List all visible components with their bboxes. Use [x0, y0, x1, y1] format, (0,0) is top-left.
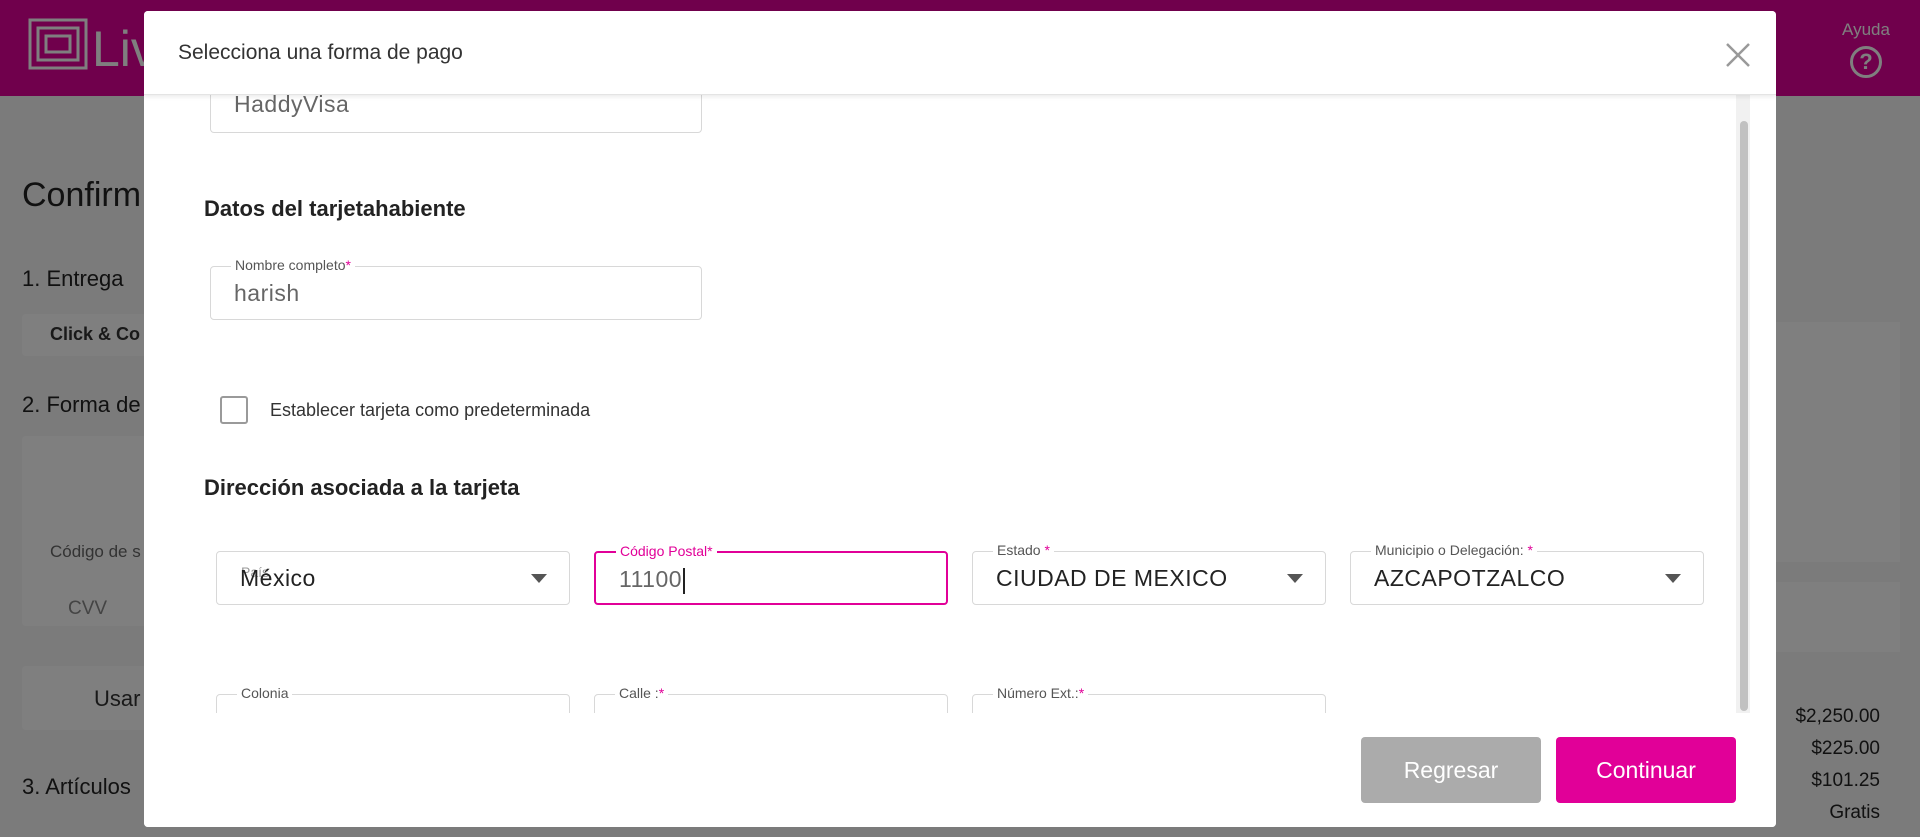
state-value: CIUDAD DE MEXICO [996, 565, 1228, 591]
municipality-select[interactable]: Municipio o Delegación: * AZCAPOTZALCO [1350, 542, 1704, 605]
modal-title: Selecciona una forma de pago [178, 41, 463, 64]
scrollbar-thumb[interactable] [1740, 121, 1748, 711]
country-select[interactable]: País México [216, 551, 570, 605]
cardholder-section-title: Datos del tarjetahabiente [204, 196, 466, 221]
full-name-value: harish [234, 280, 300, 306]
country-value: México [240, 565, 316, 591]
municipality-value: AZCAPOTZALCO [1374, 565, 1566, 591]
chevron-down-icon [1665, 574, 1681, 583]
colonia-label: Colonia [237, 685, 293, 701]
state-select[interactable]: Estado * CIUDAD DE MEXICO [972, 542, 1326, 605]
text-caret [683, 567, 686, 594]
back-button[interactable]: Regresar [1361, 737, 1541, 803]
default-card-label: Establecer tarjeta como predeterminada [270, 400, 591, 420]
postal-code-input[interactable]: Código Postal* 11100 [594, 543, 948, 605]
postal-code-value: 11100 [619, 553, 686, 605]
full-name-field[interactable]: Nombre completo* harish [210, 257, 702, 320]
chevron-down-icon [1287, 574, 1303, 583]
default-card-checkbox[interactable] [220, 396, 248, 424]
modal-footer: Regresar Continuar [144, 713, 1776, 827]
street-label: Calle :* [615, 685, 669, 701]
ext-number-label: Número Ext.:* [993, 685, 1089, 701]
continue-button[interactable]: Continuar [1556, 737, 1736, 803]
address-section-title: Dirección asociada a la tarjeta [204, 475, 520, 500]
close-icon[interactable] [1724, 41, 1752, 69]
payment-method-modal: Selecciona una forma de pago HaddyVisa D… [144, 11, 1776, 827]
modal-header: Selecciona una forma de pago [144, 11, 1776, 95]
chevron-down-icon [531, 574, 547, 583]
